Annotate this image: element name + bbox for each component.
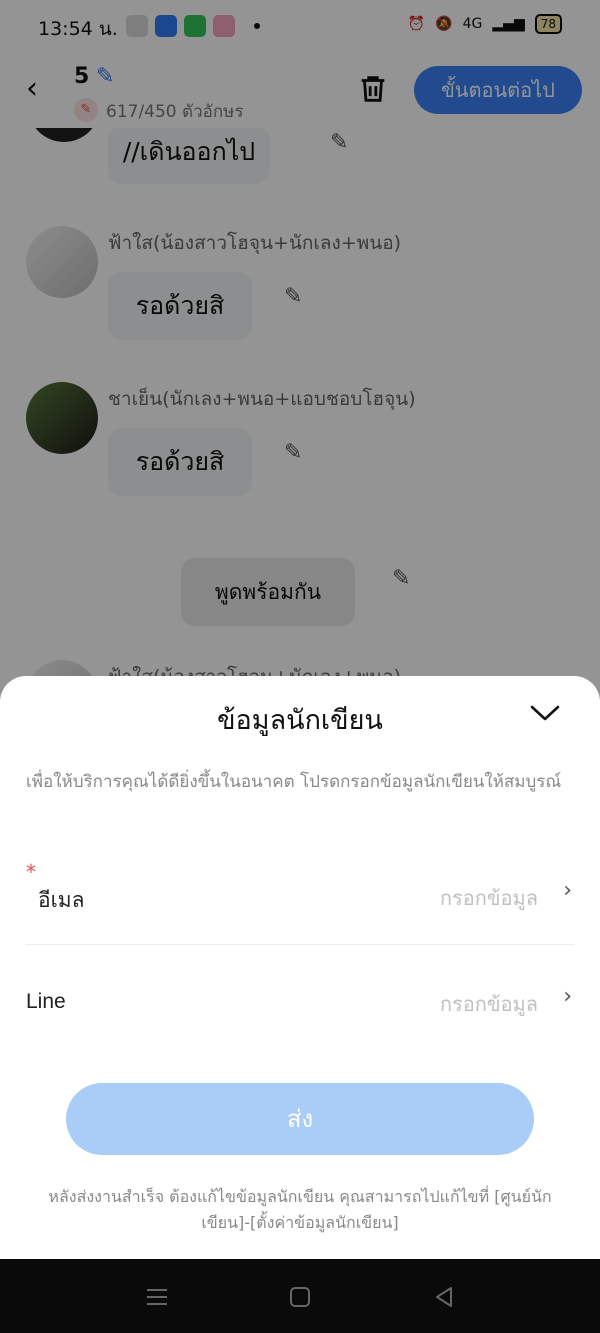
back-nav-icon[interactable] bbox=[430, 1283, 458, 1311]
email-field[interactable]: * อีเมล กรอกข้อมูล › bbox=[26, 860, 574, 936]
line-field[interactable]: Line กรอกข้อมูล › bbox=[26, 972, 574, 1042]
chevron-right-icon: › bbox=[563, 984, 572, 1009]
menu-icon[interactable] bbox=[143, 1283, 171, 1311]
footer-note: หลังส่งงานสำเร็จ ต้องแก้ไขข้อมูลนักเขียน… bbox=[48, 1187, 552, 1232]
system-nav-bar bbox=[0, 1259, 600, 1333]
chevron-right-icon: › bbox=[563, 878, 572, 903]
sheet-title: ข้อมูลนักเขียน bbox=[217, 705, 383, 736]
line-label: Line bbox=[26, 990, 66, 1013]
sheet-description: เพื่อให้บริการคุณได้ดียิ่งขึ้นในอนาคต โป… bbox=[26, 772, 562, 792]
email-label: อีเมล bbox=[38, 888, 85, 912]
home-icon[interactable] bbox=[286, 1283, 314, 1311]
email-placeholder: กรอกข้อมูล bbox=[439, 886, 538, 910]
required-mark: * bbox=[26, 860, 36, 884]
writer-info-sheet: ข้อมูลนักเขียน เพื่อให้บริการคุณได้ดียิ่… bbox=[0, 676, 600, 1259]
chevron-down-icon[interactable] bbox=[528, 698, 562, 728]
field-divider bbox=[26, 944, 574, 945]
submit-button[interactable]: ส่ง bbox=[66, 1083, 534, 1155]
line-placeholder: กรอกข้อมูล bbox=[439, 992, 538, 1016]
